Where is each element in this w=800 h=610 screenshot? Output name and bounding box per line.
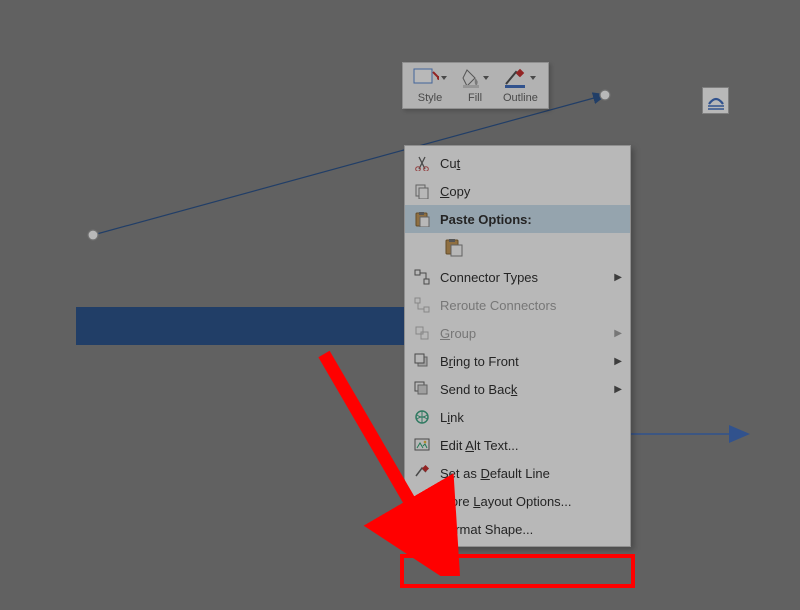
annotation-red-arrow — [312, 344, 492, 576]
reroute-icon — [411, 294, 433, 316]
style-dropdown[interactable]: Style — [413, 68, 447, 104]
menu-cut-label: Cut — [440, 156, 622, 171]
chevron-down-icon — [483, 76, 489, 80]
style-icon — [413, 68, 439, 88]
layout-options-button[interactable] — [702, 87, 729, 114]
submenu-arrow-icon: ▶ — [614, 272, 622, 283]
menu-paste-options-header: Paste Options: — [405, 205, 630, 233]
menu-paste-options-label: Paste Options: — [440, 212, 622, 227]
outline-icon — [504, 68, 528, 88]
menu-connector-types[interactable]: Connector Types ▶ — [405, 263, 630, 291]
outline-dropdown[interactable]: Outline — [503, 68, 538, 104]
connector-types-icon — [411, 266, 433, 288]
text-wrap-icon — [706, 92, 726, 110]
fill-icon — [461, 68, 481, 88]
menu-copy-label: Copy — [440, 184, 622, 199]
chevron-down-icon — [441, 76, 447, 80]
mini-toolbar: Style Fill Outline — [402, 62, 549, 109]
submenu-arrow-icon: ▶ — [614, 328, 622, 339]
chevron-down-icon — [530, 76, 536, 80]
submenu-arrow-icon: ▶ — [614, 384, 622, 395]
menu-group-label: Group — [440, 326, 607, 341]
menu-reroute-connectors: Reroute Connectors — [405, 291, 630, 319]
outline-label: Outline — [503, 92, 538, 104]
copy-icon — [411, 180, 433, 202]
paste-icon — [411, 208, 433, 230]
menu-reroute-label: Reroute Connectors — [440, 298, 622, 313]
cut-icon — [411, 152, 433, 174]
menu-cut[interactable]: Cut — [405, 149, 630, 177]
style-label: Style — [418, 92, 442, 104]
paste-options-row — [405, 233, 630, 263]
fill-dropdown[interactable]: Fill — [461, 68, 489, 104]
blue-rectangle-shape[interactable] — [76, 307, 416, 345]
menu-group: Group ▶ — [405, 319, 630, 347]
menu-connector-types-label: Connector Types — [440, 270, 607, 285]
submenu-arrow-icon: ▶ — [614, 356, 622, 367]
paste-picture-button[interactable] — [441, 235, 467, 261]
paste-picture-icon — [445, 239, 463, 257]
right-arrow-shape[interactable] — [615, 424, 765, 444]
group-icon — [411, 322, 433, 344]
fill-label: Fill — [468, 92, 482, 104]
menu-copy[interactable]: Copy — [405, 177, 630, 205]
